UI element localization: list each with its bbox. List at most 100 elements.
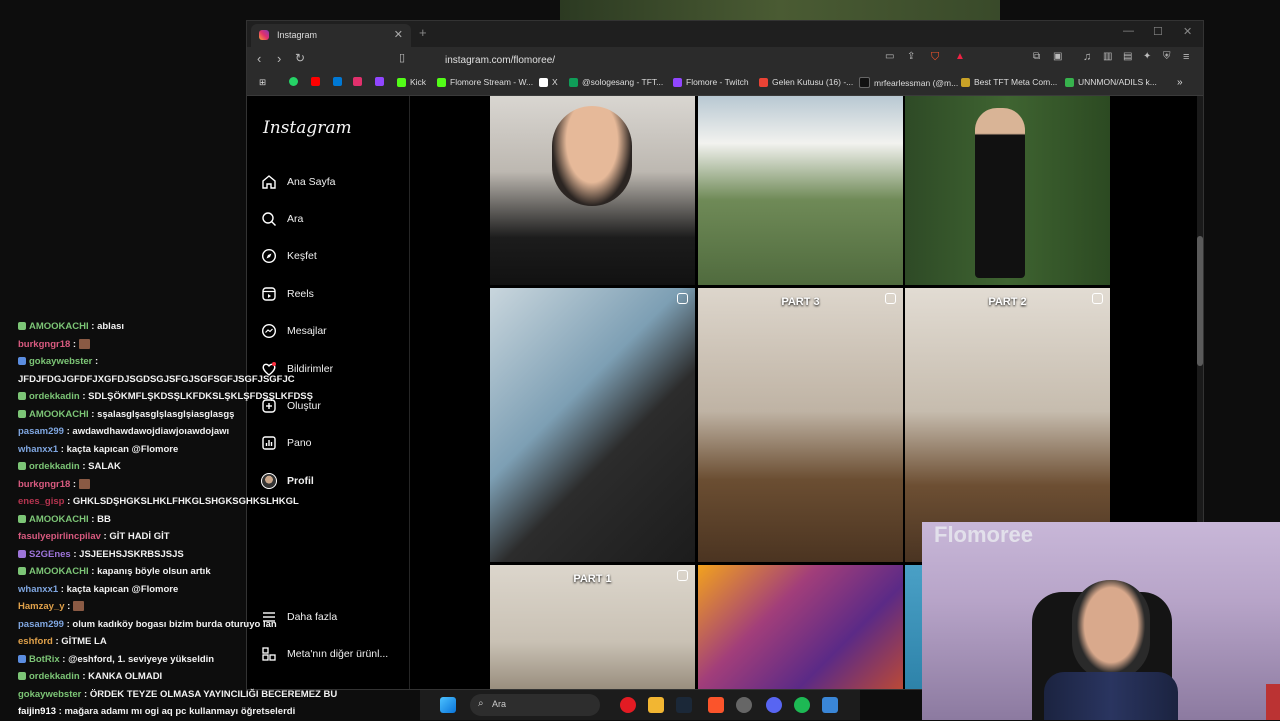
post-thumbnail[interactable]: PART 2 [905,288,1110,562]
spotify-icon[interactable] [794,697,810,713]
bookmark-youtube[interactable] [311,77,320,86]
bookmark-flomore-twitch[interactable]: Flomore - Twitch [673,77,749,87]
chat-message: fasulyepirlincpilav : GİT HADİ GİT [18,531,170,542]
chat-message: burkgngr18 : [18,476,358,494]
extensions-icon[interactable]: ⧉ [1033,51,1040,62]
chat-message: AMOOKACHI : BB [18,511,358,529]
reel-icon [677,293,688,304]
bookmark-outlook[interactable] [333,77,342,86]
apps-grid-icon[interactable]: ⊞ [259,77,266,88]
settings-icon[interactable] [736,697,752,713]
tabs-icon[interactable]: ▤ [1123,51,1132,62]
bookmark-twitch[interactable] [375,77,384,86]
menu-icon[interactable]: ≡ [1183,51,1189,63]
reel-icon [1092,293,1103,304]
scrollbar-thumb[interactable] [1197,236,1203,366]
brave-rewards-icon[interactable]: ▲ [955,51,965,62]
bookmark-unnmon[interactable]: UNNMON/ADILS k... [1065,77,1157,87]
tab-title: Instagram [277,30,318,40]
bookmark-tiktok[interactable]: mrfearlessman (@m... [859,77,958,88]
chat-message: AMOOKACHI : sşalasglşasglşlasglşiasglasg… [18,406,358,424]
emote-icon [72,601,84,612]
tab-bar: Instagram ✕ + — ☐ ✕ [247,21,1203,47]
bookmark-flomore-stream[interactable]: Flomore Stream - W... [437,77,533,87]
post-thumbnail[interactable]: PART 3 [698,288,903,562]
windows-start-icon[interactable] [440,697,456,713]
bookmark-icon[interactable]: ▯ [399,51,405,64]
brave-shield-icon[interactable]: ⛉ [931,51,939,64]
reload-icon[interactable]: ↻ [295,51,305,65]
emote-icon [78,338,90,349]
streamer-name: Flomoree [934,522,1034,547]
badge-icon [18,322,26,331]
bookmark-instagram[interactable] [353,77,362,86]
nav-home[interactable]: Ana Sayfa [261,171,335,193]
chat-message: faijin913 : mağara adamı mı ogi aq pc ku… [18,706,296,717]
chat-message: AMOOKACHI : kapanış böyle olsun artık [18,563,358,581]
new-tab-icon[interactable]: + [419,25,427,40]
wallet-icon[interactable]: ▣ [1053,51,1062,62]
badge-icon [18,357,26,366]
minimize-icon[interactable]: — [1123,25,1134,37]
badge-icon [18,549,26,558]
compass-icon [261,248,277,264]
maximize-icon[interactable]: ☐ [1153,25,1163,38]
navigation-bar: ‹ › ↻ ▯ ⚙ ▭ ⇪ ⛉ ▲ ⧉ ▣ ♫ ▥ ▤ ✦ ⛨ ≡ [247,47,1203,73]
post-thumbnail[interactable] [698,565,903,689]
post-thumbnail[interactable] [698,96,903,285]
brave-icon[interactable] [708,697,724,713]
bookmark-tft-meta[interactable]: Best TFT Meta Com... [961,77,1057,87]
taskbar-search-placeholder: Ara [492,699,507,709]
chat-message: gokaywebster : ÖRDEK TEYZE OLMASA YAYINC… [18,688,338,700]
sidebar-toggle-icon[interactable]: ▥ [1103,51,1112,62]
chat-message: S2GEnes : JSJEEHSJSKRBSJSJS [18,546,358,564]
nav-search[interactable]: Ara [261,208,303,230]
chat-message: eshford : GİTME LA [18,636,107,647]
file-explorer-icon[interactable] [648,697,664,713]
chat-message: burkgngr18 : [18,336,358,354]
post-thumbnail[interactable] [490,288,695,562]
bookmark-gmail[interactable]: Gelen Kutusu (16) -... [759,77,853,87]
cast-icon[interactable]: ▭ [885,51,894,62]
post-overlay-label: PART 1 [573,573,612,585]
bookmark-x[interactable]: X [539,77,558,87]
browser-tab-instagram[interactable]: Instagram ✕ [251,24,411,47]
badge-icon [18,409,26,418]
nav-reels[interactable]: Reels [261,283,314,305]
music-icon[interactable]: ♫ [1083,51,1091,63]
badge-icon [18,567,26,576]
post-overlay-label: PART 3 [781,296,820,308]
forward-icon[interactable]: › [277,51,281,66]
instagram-logo[interactable]: Instagram [263,118,352,138]
discord-icon[interactable] [766,697,782,713]
bookmarks-bar: ⊞ Kick Flomore Stream - W... X @sologesa… [247,73,1203,96]
post-thumbnail[interactable]: PART 1 [490,565,695,689]
post-thumbnail[interactable] [490,96,695,285]
post-thumbnail[interactable] [905,96,1110,285]
search-icon [262,212,276,226]
chat-message: enes_gisp : GHKLSDŞHGKSLHKLFHKGLSHGKSGHK… [18,496,299,507]
chat-message: AMOOKACHI : ablası [18,318,358,336]
taskbar-search[interactable]: ⌕ Ara [470,694,600,716]
chat-message: ordekkadin : SALAK [18,458,358,476]
opera-gx-icon[interactable] [620,697,636,713]
chat-message: BotRix : @eshford, 1. seviyeye yükseldin [18,651,358,669]
close-window-icon[interactable]: ✕ [1183,25,1192,38]
bookmark-sologesang[interactable]: @sologesang - TFT... [569,77,663,87]
bookmark-whatsapp[interactable] [289,77,298,86]
bookmark-kick[interactable]: Kick [397,77,426,87]
chat-message: gokaywebster : [18,353,358,371]
background-object [1266,684,1280,720]
leo-ai-icon[interactable]: ✦ [1143,51,1151,62]
reels-icon [262,287,276,301]
back-icon[interactable]: ‹ [257,51,261,66]
more-bookmarks-icon[interactable]: » [1177,77,1183,88]
close-tab-icon[interactable]: ✕ [394,28,403,41]
share-icon[interactable]: ⇪ [907,51,915,62]
app-icon[interactable] [822,697,838,713]
vpn-icon[interactable]: ⛨ [1163,51,1171,62]
nav-explore[interactable]: Keşfet [261,245,317,267]
streamer-face [1072,580,1150,680]
steam-icon[interactable] [676,697,692,713]
chat-message-continuation: JFDJFDGJGFDFJXGFDJSGDSGJSFGJSGFSGFJSGFJS… [18,373,295,385]
